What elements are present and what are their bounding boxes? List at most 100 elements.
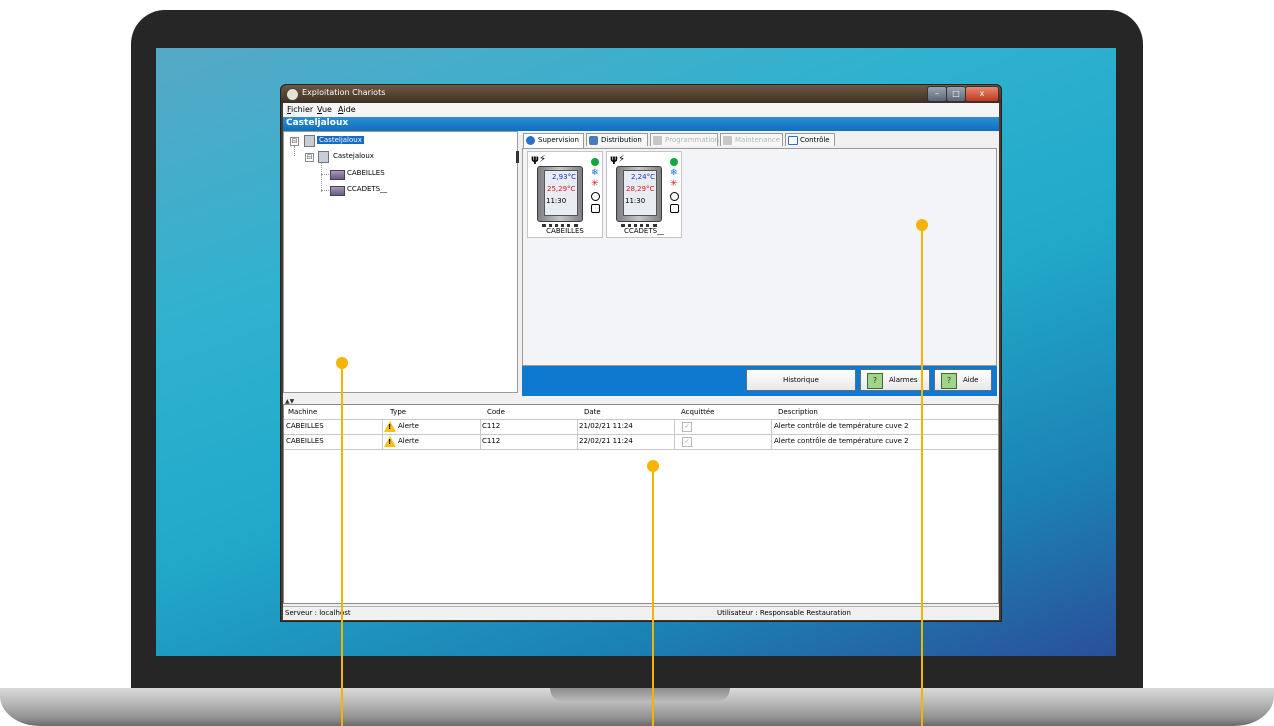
alarms-button-label: Alarmes	[889, 376, 918, 384]
collapse-toggle-group[interactable]: ⊟	[305, 153, 314, 162]
cell-divider	[577, 435, 578, 449]
collapse-toggle-root[interactable]: ⊟	[290, 137, 299, 146]
col-acquittee[interactable]: Acquittée	[681, 408, 714, 416]
menu-fichier[interactable]: Fichier	[287, 105, 313, 114]
ack-checkbox[interactable]: ✓	[682, 422, 692, 432]
alarm-help-icon: ?	[867, 373, 883, 389]
history-button[interactable]: Historique	[746, 369, 856, 391]
cell-divider	[577, 420, 578, 434]
callout-dot-supervision	[916, 219, 928, 231]
heat-icon: ✳	[670, 179, 678, 189]
vertical-splitter[interactable]	[516, 151, 519, 163]
tab-programmation[interactable]: Programmation	[650, 133, 720, 146]
cart-card-cabeilles[interactable]: ψ⚡ 2,93°C 25,29°C 11:30 ❄ ✳ CABEILLES	[527, 151, 603, 238]
ack-checkbox[interactable]: ✓	[682, 437, 692, 447]
tree-line	[321, 190, 329, 191]
alarm-table: Machine Type Code Date Acquittée Descrip…	[283, 404, 999, 604]
col-code[interactable]: Code	[487, 408, 505, 416]
site-icon	[304, 135, 315, 147]
tree-item-group[interactable]: Castejaloux	[333, 150, 374, 162]
help-icon: ?	[941, 373, 957, 389]
maintenance-icon	[723, 136, 732, 145]
help-button-label: Aide	[963, 376, 979, 384]
cart-card-label: CCADETS__	[623, 227, 665, 235]
window-title: Exploitation Chariots	[302, 88, 386, 97]
cell-machine: CABEILLES	[286, 422, 324, 430]
action-bar: Historique ? Alarmes ? Aide	[522, 366, 997, 396]
tab-supervision-label: Supervision	[538, 136, 579, 144]
cart-time: 11:30	[625, 197, 646, 205]
cell-code: C112	[482, 422, 501, 430]
cell-type: Alerte	[398, 437, 419, 445]
tab-maintenance-label: Maintenance	[735, 136, 781, 144]
maximize-button[interactable]: □	[946, 86, 966, 102]
app-window: Exploitation Chariots – □ x Fichier Vue …	[280, 84, 1002, 622]
minimize-button[interactable]: –	[927, 86, 947, 102]
col-machine[interactable]: Machine	[288, 408, 317, 416]
cart-time: 11:30	[546, 197, 567, 205]
col-description[interactable]: Description	[778, 408, 818, 416]
supervision-icon	[526, 136, 535, 145]
callout-line-alarms	[652, 467, 654, 726]
cell-description: Alerte contrôle de température cuve 2	[774, 437, 909, 445]
table-row[interactable]: CABEILLES ! Alerte C112 21/02/21 11:24 ✓…	[284, 420, 998, 435]
tab-supervision[interactable]: Supervision	[523, 133, 584, 148]
controle-icon	[788, 136, 798, 145]
distribution-icon	[589, 136, 598, 145]
tree-line	[321, 174, 329, 175]
callout-dot-alarms	[647, 460, 659, 472]
tab-maintenance[interactable]: Maintenance	[720, 133, 783, 146]
callout-line-supervision	[921, 226, 923, 726]
hot-temperature: 28,29°C	[626, 185, 655, 193]
tree-item-root-label: Casteljaloux	[317, 136, 364, 144]
warning-mark: !	[388, 438, 392, 446]
cold-temperature: 2,24°C	[631, 173, 655, 181]
cold-temperature: 2,93°C	[552, 173, 576, 181]
tab-distribution[interactable]: Distribution	[586, 133, 648, 146]
kitchen-icon	[318, 151, 329, 163]
site-header: Casteljaloux	[283, 117, 999, 131]
status-ok-icon	[591, 158, 599, 166]
menu-aide[interactable]: Aide	[338, 105, 356, 114]
cart-icon	[330, 186, 345, 196]
menu-bar: Fichier Vue Aide	[283, 103, 999, 117]
cell-divider	[480, 435, 481, 449]
app-icon	[286, 88, 299, 101]
snowflake-icon: ❄	[591, 168, 599, 178]
badge-icon	[591, 204, 600, 213]
cart-icon	[330, 170, 345, 180]
col-date[interactable]: Date	[584, 408, 601, 416]
tab-controle[interactable]: Contrôle	[785, 133, 835, 146]
clock-icon	[591, 192, 600, 201]
tab-programmation-label: Programmation	[665, 136, 720, 144]
callout-line-tree	[341, 364, 343, 726]
menu-vue[interactable]: Vue	[317, 105, 332, 114]
status-bar: Serveur : localhost Utilisateur : Respon…	[283, 606, 999, 620]
title-bar[interactable]: Exploitation Chariots – □ x	[281, 85, 1001, 103]
supervision-area: ψ⚡ 2,93°C 25,29°C 11:30 ❄ ✳ CABEILLES ψ⚡…	[522, 148, 997, 366]
cell-divider	[382, 435, 383, 449]
alarms-button[interactable]: ? Alarmes	[860, 369, 930, 391]
plug-power-icon: ψ⚡	[610, 154, 625, 165]
tree-item-root[interactable]: Casteljaloux	[317, 134, 364, 146]
cell-divider	[674, 420, 675, 434]
clock-icon	[670, 192, 679, 201]
cell-divider	[771, 435, 772, 449]
tree-item-cabeilles[interactable]: CABEILLES	[347, 167, 385, 179]
tree-item-ccadets[interactable]: CCADETS__	[347, 183, 387, 195]
close-button[interactable]: x	[965, 86, 999, 102]
col-type[interactable]: Type	[390, 408, 406, 416]
cell-type: Alerte	[398, 422, 419, 430]
laptop-notch	[550, 688, 730, 702]
status-ok-icon	[670, 158, 678, 166]
badge-icon	[670, 204, 679, 213]
hot-temperature: 25,29°C	[547, 185, 576, 193]
site-title: Casteljaloux	[286, 118, 349, 128]
cart-wheels	[621, 218, 657, 227]
help-button[interactable]: ? Aide	[934, 369, 992, 391]
cell-code: C112	[482, 437, 501, 445]
window-client: Fichier Vue Aide Casteljaloux ⊟ Castelja…	[283, 103, 999, 620]
laptop-screen: Exploitation Chariots – □ x Fichier Vue …	[156, 48, 1116, 656]
table-row[interactable]: CABEILLES ! Alerte C112 22/02/21 11:24 ✓…	[284, 435, 998, 450]
cart-card-ccadets[interactable]: ψ⚡ 2,24°C 28,29°C 11:30 ❄ ✳ CCADETS__	[606, 151, 682, 238]
